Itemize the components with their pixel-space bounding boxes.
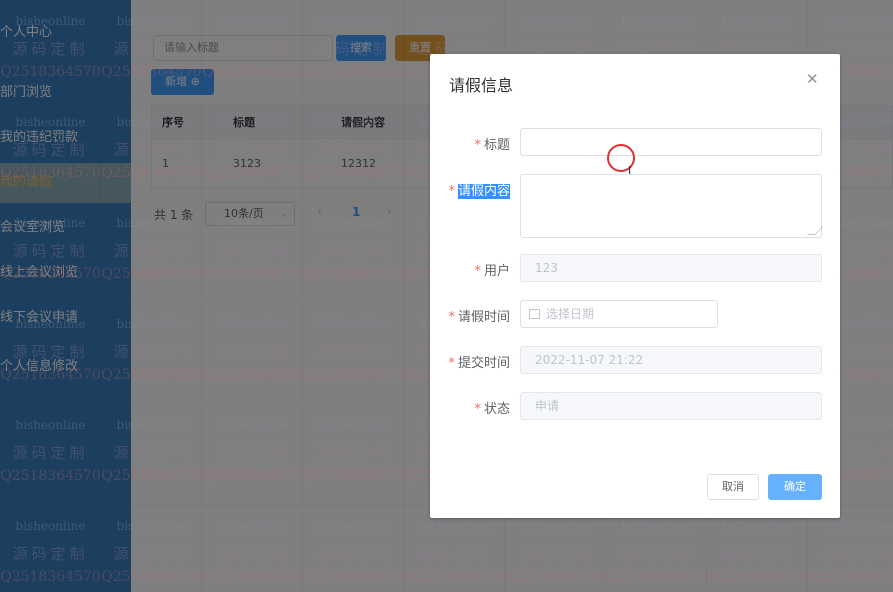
- cancel-button[interactable]: 取消: [707, 474, 759, 500]
- label-content: * 请假内容: [448, 184, 510, 199]
- label-title: * 标题: [474, 138, 510, 153]
- user-field: 123: [520, 254, 822, 282]
- confirm-button[interactable]: 确定: [768, 474, 822, 500]
- dialog-title: 请假信息: [449, 76, 514, 95]
- label-user: * 用户: [474, 264, 510, 279]
- content-textarea[interactable]: [520, 174, 823, 238]
- submit-time-field: 2022-11-07 21:22: [520, 346, 822, 374]
- calendar-icon: [529, 309, 540, 319]
- label-leave-time: * 请假时间: [448, 310, 510, 325]
- status-field: 申请: [520, 392, 822, 420]
- resize-grip-icon[interactable]: [807, 227, 823, 235]
- title-input[interactable]: [520, 128, 822, 156]
- text-cursor-icon: I: [628, 164, 632, 177]
- leave-dialog: 请假信息 ✕ * 标题 * 请假内容 * 用户 123 * 请假时间 选择日期 * 提交时…: [430, 54, 840, 518]
- close-icon[interactable]: ✕: [806, 70, 819, 88]
- leave-date-picker[interactable]: 选择日期: [520, 300, 718, 328]
- label-submit-time: * 提交时间: [448, 356, 510, 371]
- label-status: * 状态: [474, 402, 510, 417]
